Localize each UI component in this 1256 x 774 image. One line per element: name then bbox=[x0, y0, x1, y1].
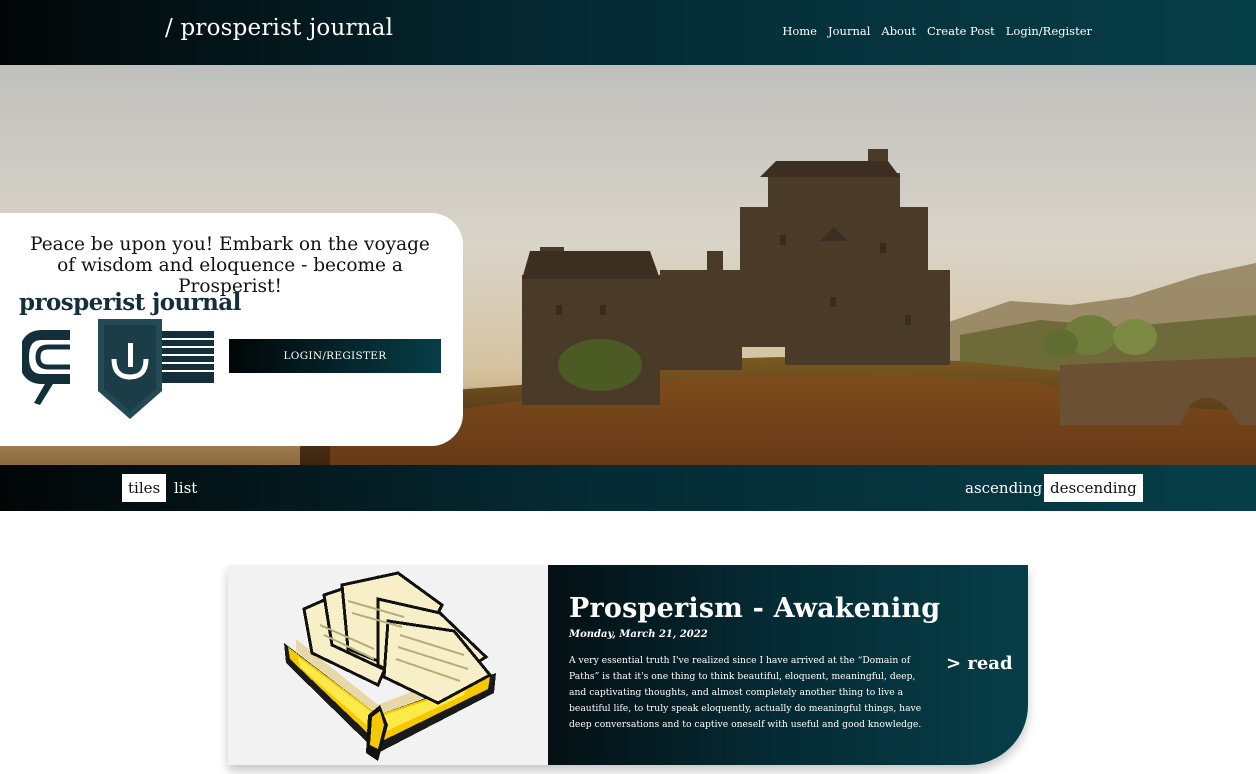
open-book-icon bbox=[284, 571, 496, 761]
brand-link[interactable]: / prosperist journal bbox=[165, 15, 393, 41]
post-excerpt: A very essential truth I've realized sin… bbox=[569, 655, 922, 730]
sort-ascending-toggle[interactable]: ascending bbox=[959, 474, 1048, 502]
post-title[interactable]: Prosperism - Awakening bbox=[569, 593, 940, 624]
welcome-message: Peace be upon you! Embark on the voyage … bbox=[30, 234, 430, 297]
view-options-bar: tiles list ascending descending bbox=[0, 465, 1256, 511]
hero-banner: Peace be upon you! Embark on the voyage … bbox=[0, 65, 1256, 465]
main-nav: Home Journal About Create Post Login/Reg… bbox=[782, 24, 1092, 38]
post-thumbnail bbox=[228, 565, 548, 765]
post-content: Prosperism - Awakening Monday, March 21,… bbox=[548, 565, 1028, 765]
tiles-view-toggle[interactable]: tiles bbox=[122, 474, 167, 502]
nav-home[interactable]: Home bbox=[782, 24, 817, 38]
read-post-link[interactable]: > read bbox=[946, 653, 1013, 674]
journal-logo-icon bbox=[22, 319, 214, 419]
nav-about[interactable]: About bbox=[881, 24, 916, 38]
welcome-panel: Peace be upon you! Embark on the voyage … bbox=[0, 213, 463, 446]
post-date: Monday, March 21, 2022 bbox=[569, 629, 708, 640]
sort-descending-toggle[interactable]: descending bbox=[1044, 474, 1143, 502]
nav-create-post[interactable]: Create Post bbox=[927, 24, 995, 38]
post-card: Prosperism - Awakening Monday, March 21,… bbox=[228, 565, 1028, 765]
top-navbar: / prosperist journal Home Journal About … bbox=[0, 0, 1256, 65]
nav-journal[interactable]: Journal bbox=[828, 24, 870, 38]
list-view-toggle[interactable]: list bbox=[168, 474, 203, 502]
nav-login-register[interactable]: Login/Register bbox=[1006, 24, 1092, 38]
logo-wordmark: prosperist journal bbox=[19, 289, 241, 316]
login-register-button[interactable]: LOGIN/REGISTER bbox=[229, 339, 441, 373]
